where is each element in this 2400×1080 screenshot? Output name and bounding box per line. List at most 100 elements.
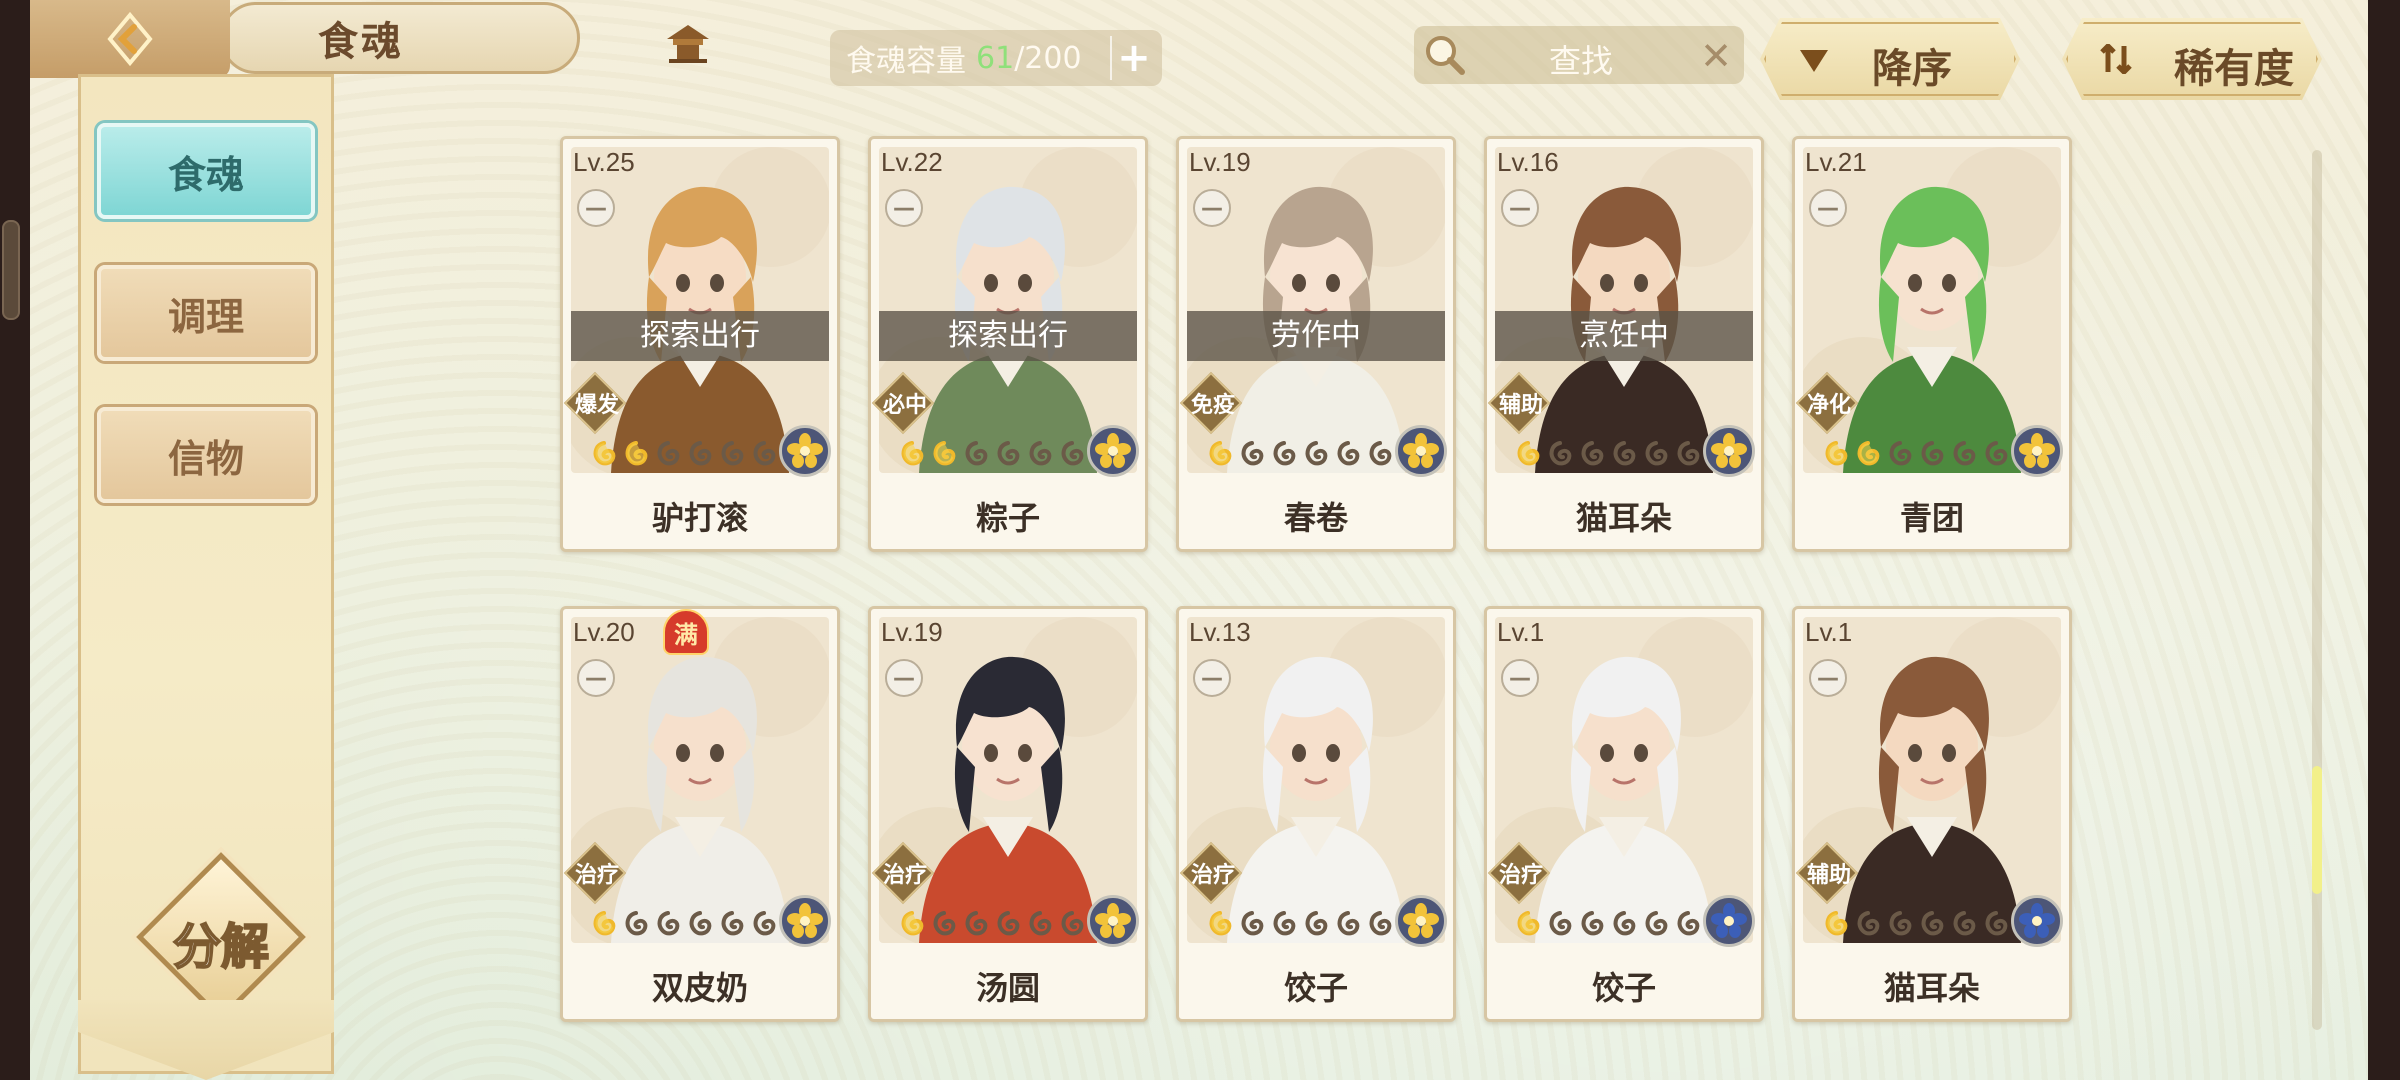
food-soul-card[interactable]: Lv.20 — 满 治疗 双皮奶	[560, 606, 840, 1022]
level-label: Lv.19	[1189, 147, 1251, 177]
food-soul-card[interactable]: Lv.19 — 治疗 汤圆	[868, 606, 1148, 1022]
character-name: 粽子	[975, 499, 1040, 537]
flower-icon	[1095, 903, 1131, 938]
star-icon	[1061, 911, 1084, 936]
back-button[interactable]	[30, 0, 230, 78]
scrollbar-thumb[interactable]	[2312, 766, 2322, 894]
role-badge: 辅助	[1487, 371, 1551, 435]
star-icon	[1273, 911, 1296, 936]
star-icon	[721, 441, 744, 466]
flower-icon	[787, 903, 823, 938]
scrollbar-track[interactable]	[2312, 150, 2322, 1030]
star-icon	[1985, 441, 2008, 466]
star-rating	[1205, 909, 1395, 937]
triangle-down-icon	[1796, 44, 1832, 74]
lock-icon[interactable]: —	[1193, 189, 1231, 227]
star-icon	[1369, 911, 1392, 936]
title-bar: 食魂	[30, 0, 709, 78]
level-label: Lv.1	[1497, 617, 1545, 647]
character-name: 双皮奶	[651, 969, 748, 1007]
clear-search-icon[interactable]: ✕	[1700, 34, 1732, 78]
star-rating	[897, 909, 1087, 937]
search-icon	[1426, 36, 1465, 75]
role-badge: 治疗	[1179, 841, 1243, 905]
element-badge	[2011, 895, 2063, 947]
food-soul-card[interactable]: Lv.22 — 探索出行 必中 粽子	[868, 136, 1148, 552]
lock-icon[interactable]: —	[1501, 659, 1539, 697]
food-soul-card[interactable]: Lv.13 — 治疗 饺子	[1176, 606, 1456, 1022]
star-icon	[1549, 911, 1572, 936]
edge-handle	[2, 220, 20, 320]
sort-order-label: 降序	[1872, 46, 1952, 92]
star-icon	[1613, 911, 1636, 936]
role-label: 辅助	[1498, 393, 1543, 418]
star-icon	[1337, 441, 1360, 466]
character-name: 汤圆	[975, 969, 1040, 1007]
star-icon	[1337, 911, 1360, 936]
star-rating	[1513, 909, 1703, 937]
star-icon	[753, 911, 776, 936]
lock-icon[interactable]: —	[577, 659, 615, 697]
lock-icon[interactable]: —	[1193, 659, 1231, 697]
expand-capacity-button[interactable]: +	[1110, 35, 1156, 81]
lock-icon[interactable]: —	[577, 189, 615, 227]
star-rating	[1205, 439, 1395, 467]
food-soul-card[interactable]: Lv.1 — 治疗 饺子	[1484, 606, 1764, 1022]
search-box[interactable]: 查找 ✕	[1414, 26, 1744, 84]
lock-icon[interactable]: —	[1501, 189, 1539, 227]
flower-icon	[2019, 903, 2055, 938]
capacity-indicator: 食魂容量 61 /200 +	[830, 30, 1162, 86]
role-badge: 必中	[871, 371, 935, 435]
decompose-button[interactable]: 分解	[136, 852, 306, 1022]
level-label: Lv.21	[1805, 147, 1867, 177]
flower-icon	[1095, 433, 1131, 468]
sort-order-button[interactable]: 降序	[1760, 18, 2020, 100]
food-soul-card[interactable]: Lv.21 — 净化 青团	[1792, 136, 2072, 552]
star-icon	[1369, 441, 1392, 466]
character-name: 猫耳朵	[1883, 969, 1980, 1007]
star-icon	[689, 441, 712, 466]
element-badge	[779, 895, 831, 947]
food-soul-card[interactable]: Lv.16 — 烹饪中 辅助 猫耳朵	[1484, 136, 1764, 552]
star-icon	[1889, 441, 1912, 466]
lock-icon[interactable]: —	[885, 189, 923, 227]
star-rating	[1821, 909, 2011, 937]
back-arrow-icon	[107, 11, 153, 67]
role-label: 治疗	[1190, 863, 1235, 888]
star-icon	[1241, 441, 1264, 466]
tab-food-soul[interactable]: 食魂	[97, 123, 315, 219]
level-label: Lv.22	[881, 147, 943, 177]
level-label: Lv.16	[1497, 147, 1559, 177]
capacity-count: 61	[976, 40, 1015, 76]
lock-icon[interactable]: —	[885, 659, 923, 697]
role-badge: 爆发	[563, 371, 627, 435]
tab-cooking[interactable]: 调理	[97, 265, 315, 361]
star-rating	[1513, 439, 1703, 467]
flower-icon	[1711, 433, 1747, 468]
element-badge	[2011, 425, 2063, 477]
flower-icon	[1403, 433, 1439, 468]
star-icon	[1581, 911, 1604, 936]
lock-icon[interactable]: —	[1809, 659, 1847, 697]
home-icon[interactable]	[663, 21, 713, 65]
star-icon	[625, 911, 648, 936]
star-rating	[897, 439, 1087, 467]
star-icon	[593, 911, 616, 936]
food-soul-card[interactable]: Lv.19 — 劳作中 免疫 春卷	[1176, 136, 1456, 552]
sort-by-button[interactable]: 稀有度	[2062, 18, 2322, 100]
star-icon	[1209, 911, 1232, 936]
star-icon	[657, 911, 680, 936]
status-overlay: 劳作中	[1187, 311, 1445, 361]
status-overlay: 探索出行	[571, 311, 829, 361]
sort-by-label: 稀有度	[2174, 46, 2294, 92]
role-label: 爆发	[574, 393, 619, 418]
lock-icon[interactable]: —	[1809, 189, 1847, 227]
capacity-label: 食魂容量	[846, 44, 966, 79]
level-label: Lv.1	[1805, 617, 1853, 647]
food-soul-card[interactable]: Lv.1 — 辅助 猫耳朵	[1792, 606, 2072, 1022]
food-soul-card[interactable]: Lv.25 — 探索出行 爆发 驴打滚	[560, 136, 840, 552]
star-icon	[721, 911, 744, 936]
tab-tokens[interactable]: 信物	[97, 407, 315, 503]
star-icon	[901, 911, 924, 936]
star-icon	[965, 441, 988, 466]
